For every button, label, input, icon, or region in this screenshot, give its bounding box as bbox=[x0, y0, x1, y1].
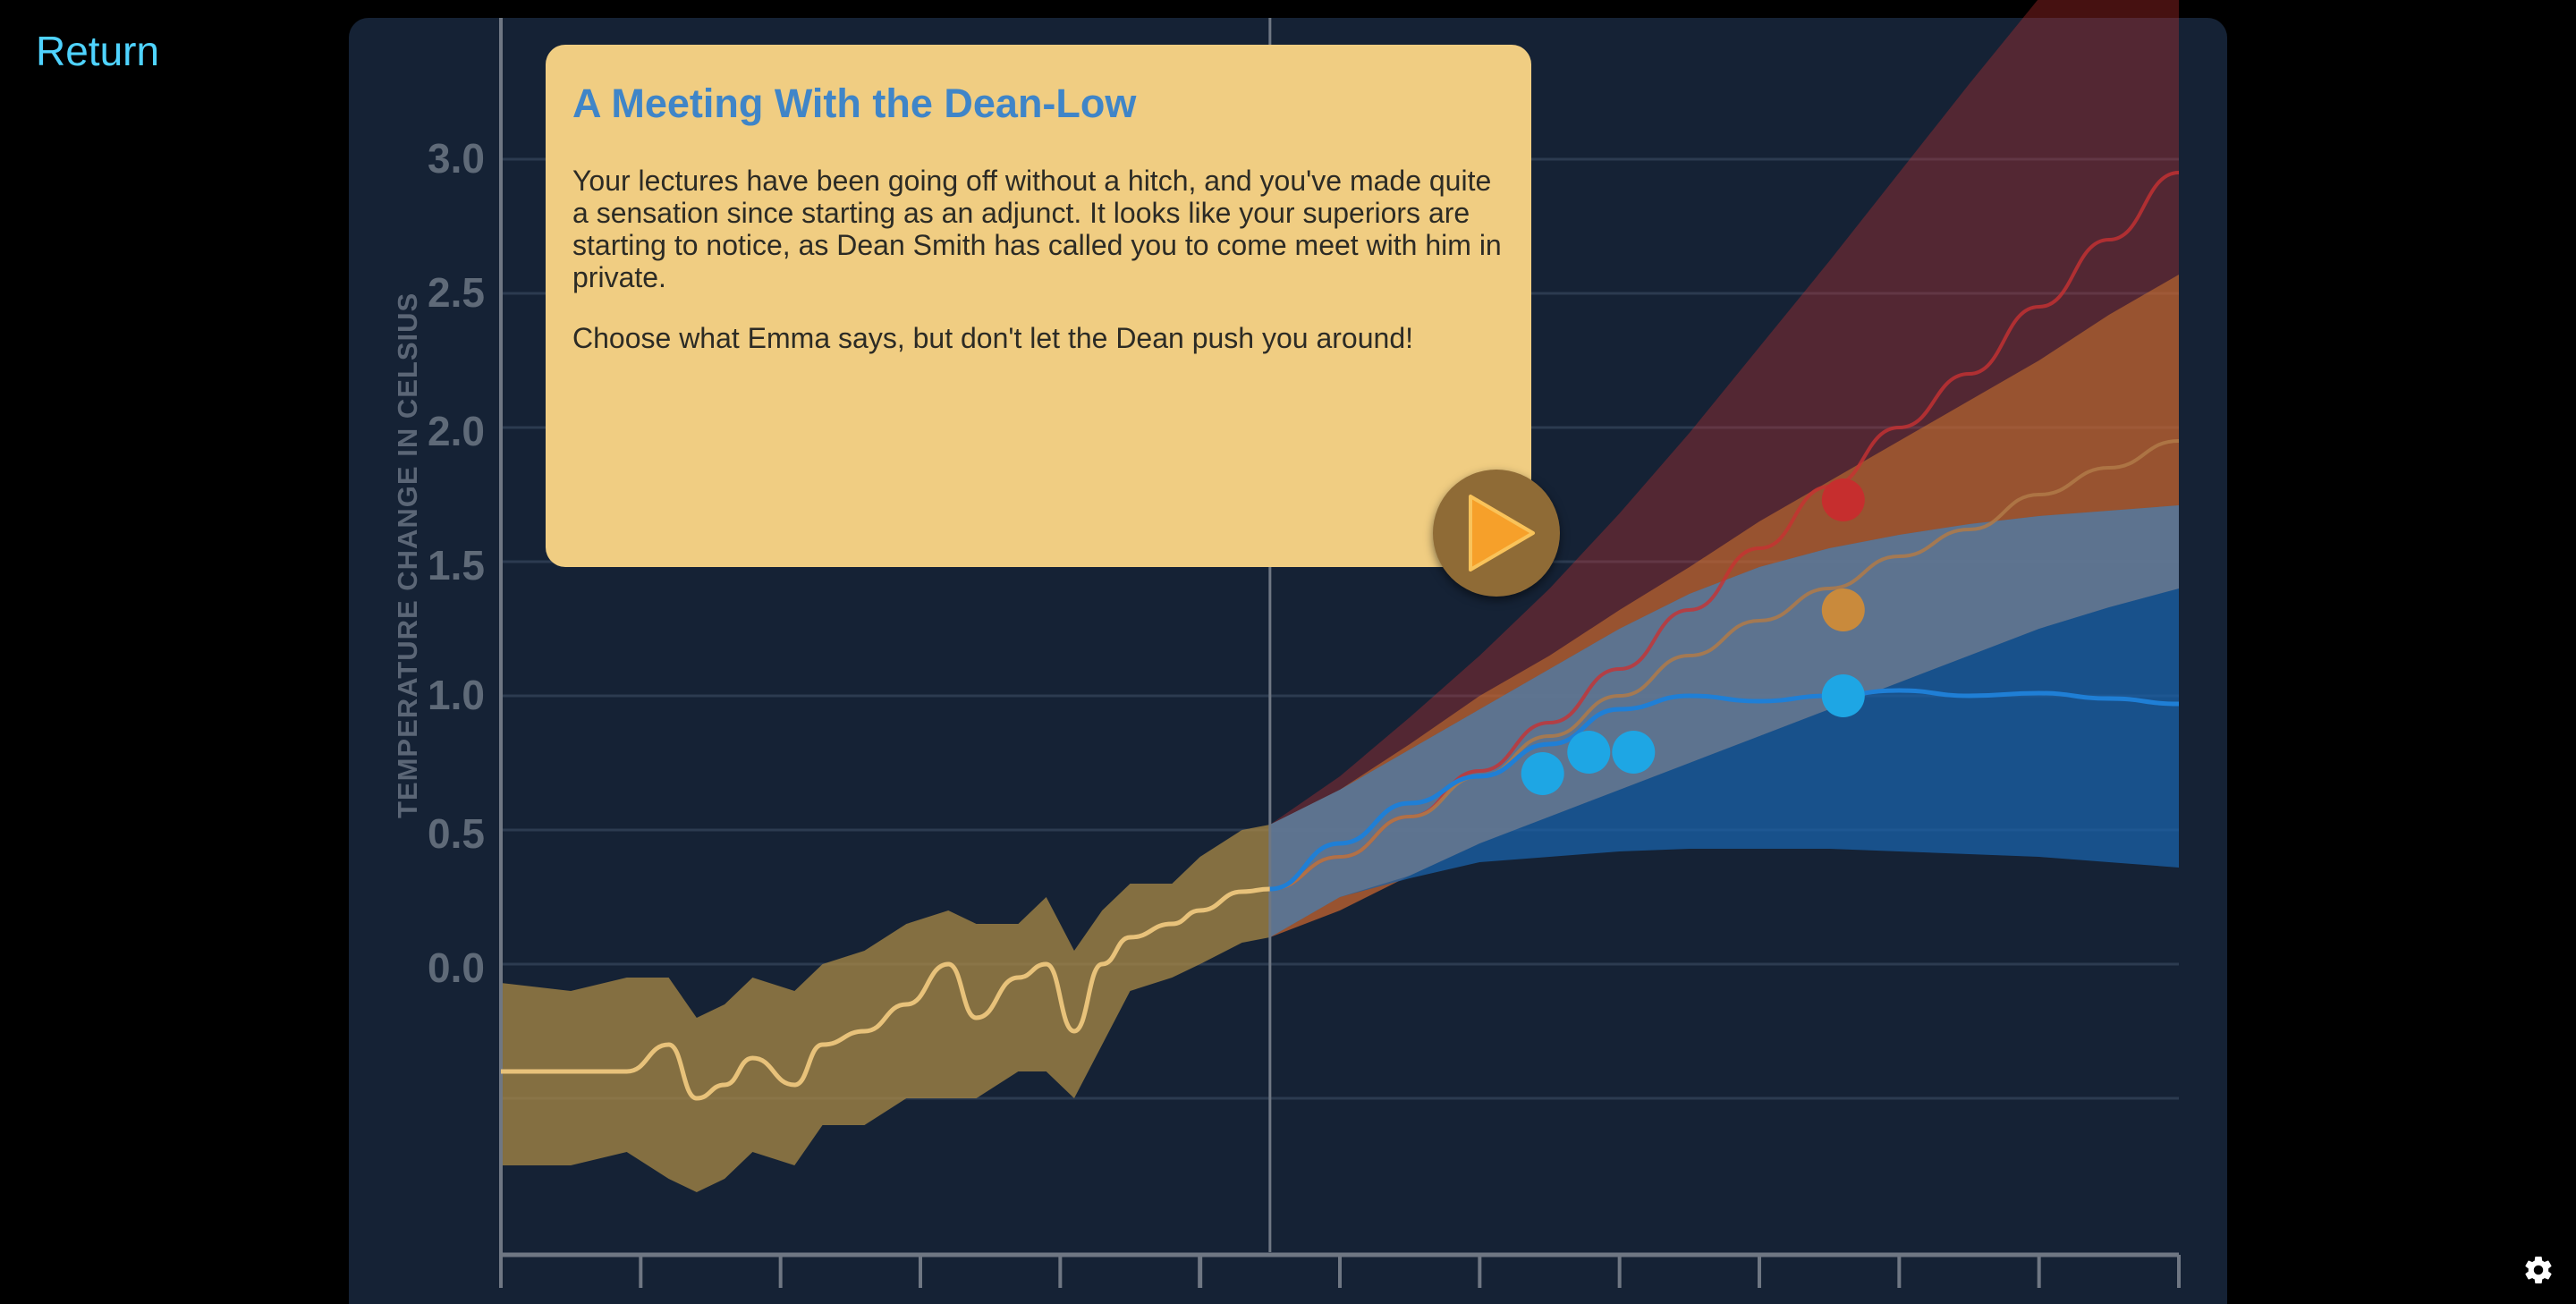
low-scenario-marker bbox=[1821, 674, 1865, 717]
dialog-paragraph: Your lectures have been going off withou… bbox=[572, 165, 1502, 293]
game-screen: Return TEMPERATURE CHANGE IN CELSIUS 3.0… bbox=[0, 0, 2576, 1304]
y-tick-label: 1.5 bbox=[428, 542, 485, 588]
high-scenario-marker bbox=[1821, 478, 1865, 521]
y-tick-label: 1.0 bbox=[428, 672, 485, 718]
dialog-title: A Meeting With the Dean-Low bbox=[572, 80, 1137, 126]
y-axis-label: TEMPERATURE CHANGE IN CELSIUS bbox=[392, 292, 423, 818]
mid-scenario-marker bbox=[1821, 588, 1865, 631]
y-tick-label: 0.5 bbox=[428, 810, 485, 857]
y-tick-label: 2.0 bbox=[428, 408, 485, 454]
y-tick-label: 0.0 bbox=[428, 944, 485, 991]
dialog-paragraph: Choose what Emma says, but don't let the… bbox=[572, 322, 1413, 354]
low-scenario-marker bbox=[1612, 731, 1656, 774]
y-tick-label: 2.5 bbox=[428, 269, 485, 316]
play-button[interactable] bbox=[1433, 470, 1560, 597]
gear-icon[interactable] bbox=[2522, 1254, 2555, 1286]
historical-band bbox=[501, 825, 1270, 1192]
y-tick-label: 3.0 bbox=[428, 135, 485, 182]
play-icon bbox=[1436, 472, 1557, 594]
low-scenario-marker bbox=[1521, 752, 1564, 795]
low-scenario-marker bbox=[1567, 731, 1611, 774]
story-dialog: A Meeting With the Dean-Low Your lecture… bbox=[546, 45, 1531, 567]
